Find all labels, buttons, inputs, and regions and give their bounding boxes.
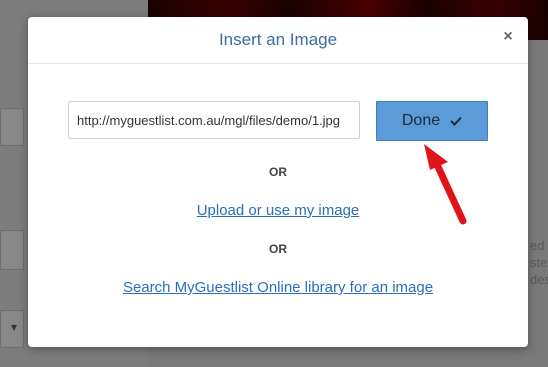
dialog-header: Insert an Image ×: [28, 17, 528, 64]
check-icon: [450, 116, 462, 126]
chevron-down-icon: ▾: [11, 320, 18, 334]
image-url-input[interactable]: [68, 101, 360, 139]
background-control: [0, 108, 24, 146]
background-text: ed: [530, 238, 545, 253]
or-separator: OR: [269, 165, 287, 179]
dialog-title: Insert an Image: [218, 30, 338, 49]
library-search-link[interactable]: Search MyGuestlist Online library for an…: [28, 279, 528, 296]
background-control: [0, 230, 24, 270]
or-separator: OR: [269, 242, 287, 256]
background-dropdown: ▾: [0, 310, 24, 348]
done-button[interactable]: Done: [376, 101, 488, 141]
close-icon: ×: [503, 28, 513, 45]
insert-image-dialog: Insert an Image × Done OR Upload or use …: [28, 17, 528, 347]
close-button[interactable]: ×: [500, 27, 516, 47]
done-button-label: Done: [401, 112, 441, 129]
background-text: des: [530, 272, 548, 287]
background-text: ste: [530, 255, 548, 270]
upload-image-link[interactable]: Upload or use my image: [28, 202, 528, 219]
